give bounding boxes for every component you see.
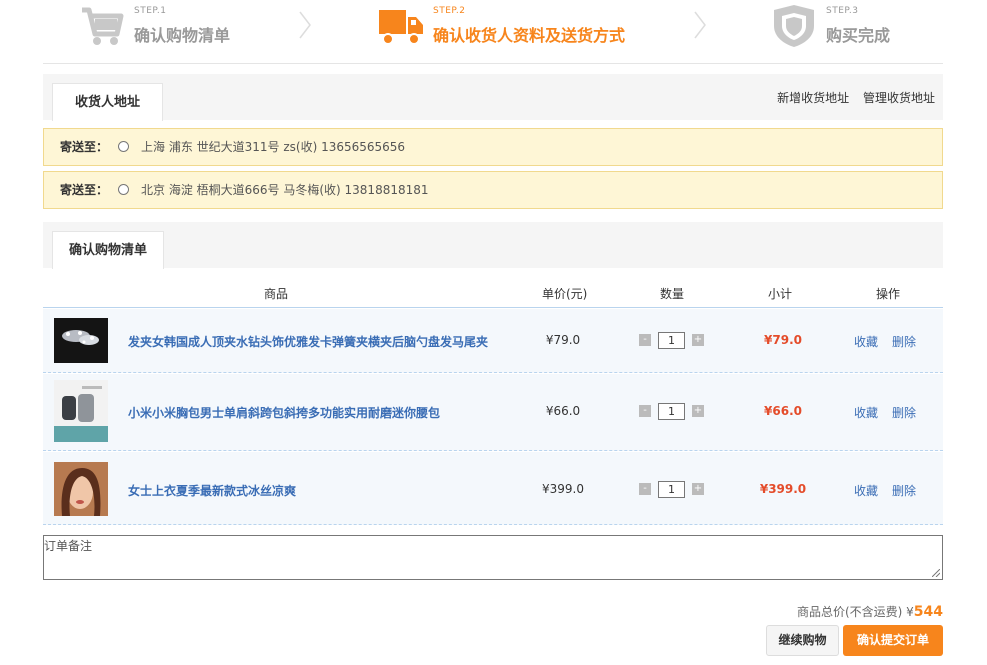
address-option[interactable]: 寄送至： 北京 海淀 梧桐大道666号 马冬梅(收) 13818818181: [43, 171, 943, 209]
address-header: 收货人地址 新增收货地址 管理收货地址: [43, 74, 943, 121]
col-qty: 数量: [660, 287, 685, 301]
step-title: 确认购物清单: [134, 26, 231, 45]
step-number: STEP.2: [433, 6, 466, 16]
quantity-stepper: - 1 +: [639, 403, 709, 420]
favorite-link[interactable]: 收藏: [854, 484, 878, 498]
continue-shopping-button[interactable]: 继续购物: [766, 625, 839, 656]
table-row: 发夹女韩国成人顶夹水钻头饰优雅发卡弹簧夹横夹后脑勺盘发马尾夹 ¥79.0 - 1…: [43, 309, 943, 373]
submit-order-button[interactable]: 确认提交订单: [843, 625, 943, 656]
delete-link[interactable]: 删除: [892, 335, 916, 349]
tab-cart-list[interactable]: 确认购物清单: [52, 231, 165, 269]
quantity-stepper: - 1 +: [639, 332, 709, 349]
address-radio[interactable]: [118, 141, 129, 152]
product-name[interactable]: 发夹女韩国成人顶夹水钻头饰优雅发卡弹簧夹横夹后脑勺盘发马尾夹: [128, 333, 488, 350]
address-text: 北京 海淀 梧桐大道666号 马冬梅(收) 13818818181: [141, 183, 429, 197]
order-total: 商品总价(不含运费) ¥544: [797, 603, 943, 620]
add-address-link[interactable]: 新增收货地址: [777, 91, 849, 105]
chevron-right-icon: [694, 11, 706, 39]
row-actions: 收藏 删除: [854, 482, 930, 499]
order-remark-placeholder: 订单备注: [44, 539, 93, 553]
product-thumbnail[interactable]: [54, 462, 108, 516]
tab-address[interactable]: 收货人地址: [52, 83, 164, 121]
shield-icon: [774, 5, 814, 47]
unit-price: ¥66.0: [545, 404, 581, 418]
address-text: 上海 浦东 世纪大道311号 zs(收) 13656565656: [141, 140, 406, 154]
col-price: 单价(元): [542, 287, 588, 301]
qty-input[interactable]: 1: [658, 332, 685, 349]
address-option[interactable]: 寄送至： 上海 浦东 世纪大道311号 zs(收) 13656565656: [43, 128, 943, 166]
total-label: 商品总价(不含运费) ¥: [796, 605, 914, 619]
favorite-link[interactable]: 收藏: [854, 406, 878, 420]
row-actions: 收藏 删除: [854, 404, 930, 421]
qty-plus-button[interactable]: +: [692, 405, 704, 417]
checkout-steps: STEP.1 确认购物清单 STEP.2 确认收货人资料及送货方式 STEP.3…: [43, 0, 943, 64]
address-links: 新增收货地址 管理收货地址: [767, 89, 935, 106]
cart-icon: [82, 7, 124, 45]
ship-to-label: 寄送至：: [60, 183, 109, 197]
step-number: STEP.3: [826, 6, 859, 16]
qty-plus-button[interactable]: +: [692, 483, 704, 495]
delete-link[interactable]: 删除: [892, 484, 916, 498]
favorite-link[interactable]: 收藏: [854, 335, 878, 349]
step-number: STEP.1: [134, 6, 167, 16]
col-subtotal: 小计: [768, 287, 793, 301]
cart-table-header: 商品 单价(元) 数量 小计 操作: [43, 278, 943, 308]
manage-address-link[interactable]: 管理收货地址: [863, 91, 935, 105]
unit-price: ¥399.0: [542, 482, 584, 496]
cart-header: 确认购物清单: [43, 222, 943, 269]
resize-grip-icon[interactable]: [932, 569, 940, 577]
chevron-right-icon: [299, 11, 311, 39]
delete-link[interactable]: 删除: [892, 406, 916, 420]
row-actions: 收藏 删除: [854, 333, 930, 350]
step-title: 确认收货人资料及送货方式: [433, 26, 626, 45]
col-ops: 操作: [876, 287, 901, 301]
product-thumbnail[interactable]: [54, 318, 108, 363]
total-amount: 544: [913, 604, 943, 620]
subtotal: ¥79.0: [764, 333, 802, 347]
product-thumbnail[interactable]: [54, 380, 108, 442]
truck-icon: [379, 10, 423, 45]
qty-minus-button[interactable]: -: [639, 483, 651, 495]
subtotal: ¥66.0: [764, 404, 802, 418]
order-remark-field[interactable]: 订单备注: [43, 535, 943, 580]
quantity-stepper: - 1 +: [639, 481, 709, 498]
table-row: 小米小米胸包男士单肩斜跨包斜挎多功能实用耐磨迷你腰包 ¥66.0 - 1 + ¥…: [43, 374, 943, 451]
product-name[interactable]: 小米小米胸包男士单肩斜跨包斜挎多功能实用耐磨迷你腰包: [128, 404, 440, 421]
col-product: 商品: [264, 287, 289, 301]
table-row: 女士上衣夏季最新款式冰丝凉爽 ¥399.0 - 1 + ¥399.0 收藏 删除: [43, 452, 943, 525]
qty-minus-button[interactable]: -: [639, 405, 651, 417]
qty-input[interactable]: 1: [658, 403, 685, 420]
qty-plus-button[interactable]: +: [692, 334, 704, 346]
ship-to-label: 寄送至：: [60, 140, 109, 154]
unit-price: ¥79.0: [545, 333, 581, 347]
address-radio[interactable]: [118, 184, 129, 195]
qty-input[interactable]: 1: [658, 481, 685, 498]
step-title: 购买完成: [826, 26, 891, 45]
qty-minus-button[interactable]: -: [639, 334, 651, 346]
subtotal: ¥399.0: [759, 482, 807, 496]
product-name[interactable]: 女士上衣夏季最新款式冰丝凉爽: [128, 482, 296, 499]
